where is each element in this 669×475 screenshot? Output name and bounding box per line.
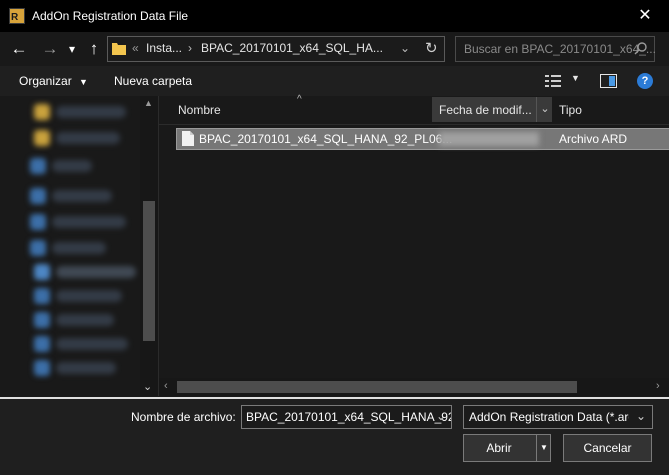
forward-button[interactable]: → — [40, 39, 60, 59]
nav-item[interactable] — [52, 216, 126, 228]
folder-icon — [34, 104, 50, 120]
cancel-button[interactable]: Cancelar — [563, 434, 652, 462]
app-icon: R — [9, 8, 25, 24]
drive-icon — [30, 188, 46, 204]
up-arrow-icon: ↑ — [89, 39, 99, 58]
navigation-pane[interactable] — [0, 96, 158, 396]
open-label: Abrir — [486, 441, 512, 455]
folder-icon — [34, 130, 50, 146]
nav-item[interactable] — [52, 160, 92, 172]
nav-item[interactable] — [56, 362, 116, 374]
filename-value: BPAC_20170101_x64_SQL_HANA_92 — [246, 410, 452, 424]
column-header-date[interactable]: Fecha de modif... ⌄ — [432, 97, 552, 122]
chevron-down-icon[interactable]: ⌄ — [436, 409, 446, 423]
drive-icon — [30, 214, 46, 230]
breadcrumb-segment[interactable]: Insta... — [146, 41, 182, 55]
scroll-right-icon[interactable]: › — [656, 380, 660, 392]
chevron-down-icon: ▼ — [571, 73, 580, 83]
organize-label: Organizar — [19, 74, 72, 88]
navigation-scrollbar[interactable]: ▲ ⌄ — [140, 96, 158, 396]
filename-input[interactable]: BPAC_20170101_x64_SQL_HANA_92 ⌄ — [241, 405, 452, 429]
up-button[interactable]: ↑ — [84, 39, 104, 59]
title-bar: R AddOn Registration Data File ✕ — [0, 0, 669, 32]
chevron-down-icon[interactable]: ⌄ — [636, 409, 646, 423]
scroll-up-icon[interactable]: ▲ — [144, 98, 153, 108]
close-button[interactable]: ✕ — [630, 4, 660, 28]
drive-icon — [34, 360, 50, 376]
scrollbar-thumb[interactable] — [143, 201, 155, 341]
file-type-select[interactable]: AddOn Registration Data (*.ard) ⌄ — [463, 405, 653, 429]
organize-button[interactable]: Organizar ▼ — [19, 74, 88, 88]
chevron-down-icon: ▼ — [79, 77, 88, 87]
scrollbar-thumb[interactable] — [177, 381, 577, 393]
pane-divider — [158, 96, 159, 396]
column-header-date-label: Fecha de modif... — [439, 103, 532, 117]
search-icon — [634, 42, 647, 55]
file-type: Archivo ARD — [559, 132, 628, 146]
file-row[interactable]: BPAC_20170101_x64_SQL_HANA_92_PL06... Ar… — [176, 128, 669, 150]
drive-icon — [34, 264, 50, 280]
address-dropdown-icon[interactable]: ⌄ — [400, 41, 410, 55]
drive-icon — [34, 288, 50, 304]
column-header-type[interactable]: Tipo — [559, 103, 582, 117]
nav-item[interactable] — [52, 190, 112, 202]
new-folder-label: Nueva carpeta — [114, 74, 193, 88]
forward-arrow-icon: → — [41, 39, 59, 58]
refresh-icon[interactable]: ↻ — [425, 39, 438, 57]
back-button[interactable]: ← — [9, 39, 29, 59]
scroll-down-icon[interactable]: ⌄ — [143, 380, 152, 393]
file-icon — [182, 131, 194, 146]
nav-item[interactable] — [56, 132, 120, 144]
nav-item[interactable] — [52, 242, 106, 254]
drive-icon — [30, 158, 46, 174]
nav-item[interactable] — [56, 266, 136, 278]
drive-icon — [30, 240, 46, 256]
horizontal-scrollbar[interactable]: ‹ › — [159, 378, 669, 396]
preview-pane-icon[interactable] — [600, 74, 617, 88]
file-list-header — [159, 96, 669, 125]
file-type-value: AddOn Registration Data (*.ard) — [469, 410, 629, 424]
view-options-button[interactable]: ▼ — [545, 73, 585, 89]
recent-locations-button[interactable]: ▾ — [65, 39, 79, 59]
address-overflow-icon[interactable]: « — [132, 41, 139, 55]
help-icon: ? — [641, 75, 649, 87]
search-input[interactable]: Buscar en BPAC_20170101_x64_... — [464, 42, 656, 56]
svg-text:R: R — [11, 12, 19, 23]
breadcrumb-separator-icon[interactable]: › — [188, 41, 192, 55]
nav-item[interactable] — [56, 314, 114, 326]
chevron-down-icon: ▾ — [68, 42, 76, 56]
folder-icon — [112, 43, 126, 55]
filename-label: Nombre de archivo: — [131, 410, 236, 424]
window-title: AddOn Registration Data File — [32, 9, 189, 23]
back-arrow-icon: ← — [10, 39, 28, 58]
drive-icon — [34, 312, 50, 328]
help-button[interactable]: ? — [637, 73, 653, 89]
nav-item[interactable] — [56, 338, 128, 350]
nav-item[interactable] — [56, 106, 126, 118]
nav-item[interactable] — [56, 290, 122, 302]
scroll-left-icon[interactable]: ‹ — [164, 380, 168, 392]
chevron-down-icon[interactable]: ⌄ — [536, 97, 553, 122]
column-header-name[interactable]: Nombre — [178, 103, 221, 117]
file-name: BPAC_20170101_x64_SQL_HANA_92_PL06... — [199, 132, 453, 146]
open-dropdown-icon[interactable]: ▼ — [536, 435, 551, 461]
new-folder-button[interactable]: Nueva carpeta — [114, 74, 192, 88]
open-button[interactable]: Abrir ▼ — [463, 434, 551, 462]
details-view-icon — [545, 75, 561, 87]
close-icon: ✕ — [638, 7, 652, 24]
sort-ascending-icon: ^ — [297, 94, 302, 105]
cancel-label: Cancelar — [583, 441, 632, 455]
address-bar[interactable]: « Insta... › BPAC_20170101_x64_SQL_HA...… — [107, 36, 445, 62]
file-date-redacted — [439, 132, 539, 146]
breadcrumb-segment[interactable]: BPAC_20170101_x64_SQL_HA... — [201, 41, 383, 55]
search-box[interactable]: Buscar en BPAC_20170101_x64_... — [455, 36, 656, 62]
drive-icon — [34, 336, 50, 352]
